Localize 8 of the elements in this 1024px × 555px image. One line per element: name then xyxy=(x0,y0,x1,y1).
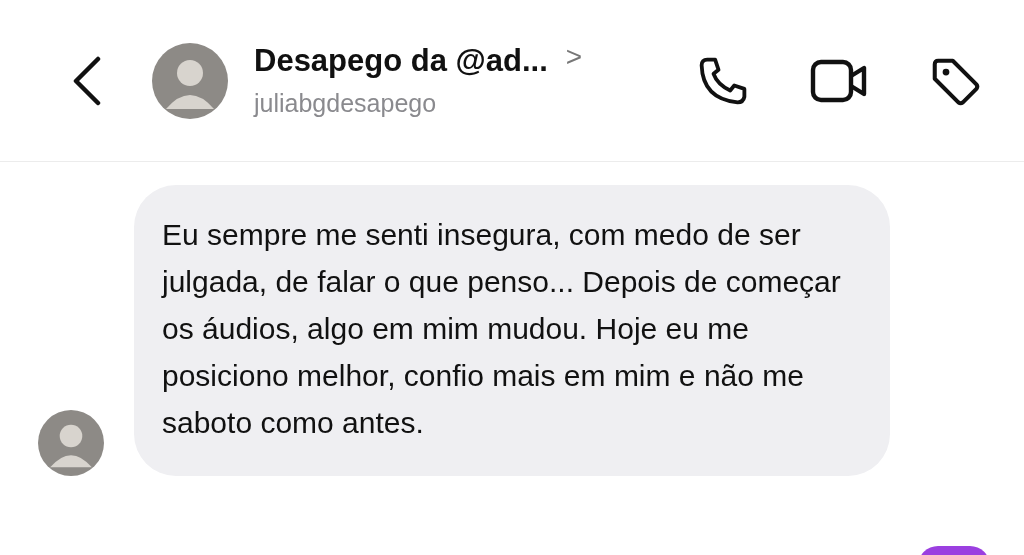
contact-name[interactable]: Desapego da @ad... xyxy=(254,43,548,79)
chevron[interactable]: > xyxy=(565,41,583,73)
back-icon[interactable] xyxy=(72,55,102,106)
avatar[interactable] xyxy=(152,42,228,119)
username: juliabgdesapego xyxy=(254,89,438,118)
avatar[interactable] xyxy=(38,410,104,476)
video-camera-icon[interactable] xyxy=(810,57,868,104)
message-bubble: Eu sempre me senti insegura, com medo de ser julgada, de falar o que penso... Depois de começar os áudios, algo em mim mudou. Hoje eu me posiciono melhor, confio mais em mim e não me saboto como antes. xyxy=(134,185,890,476)
